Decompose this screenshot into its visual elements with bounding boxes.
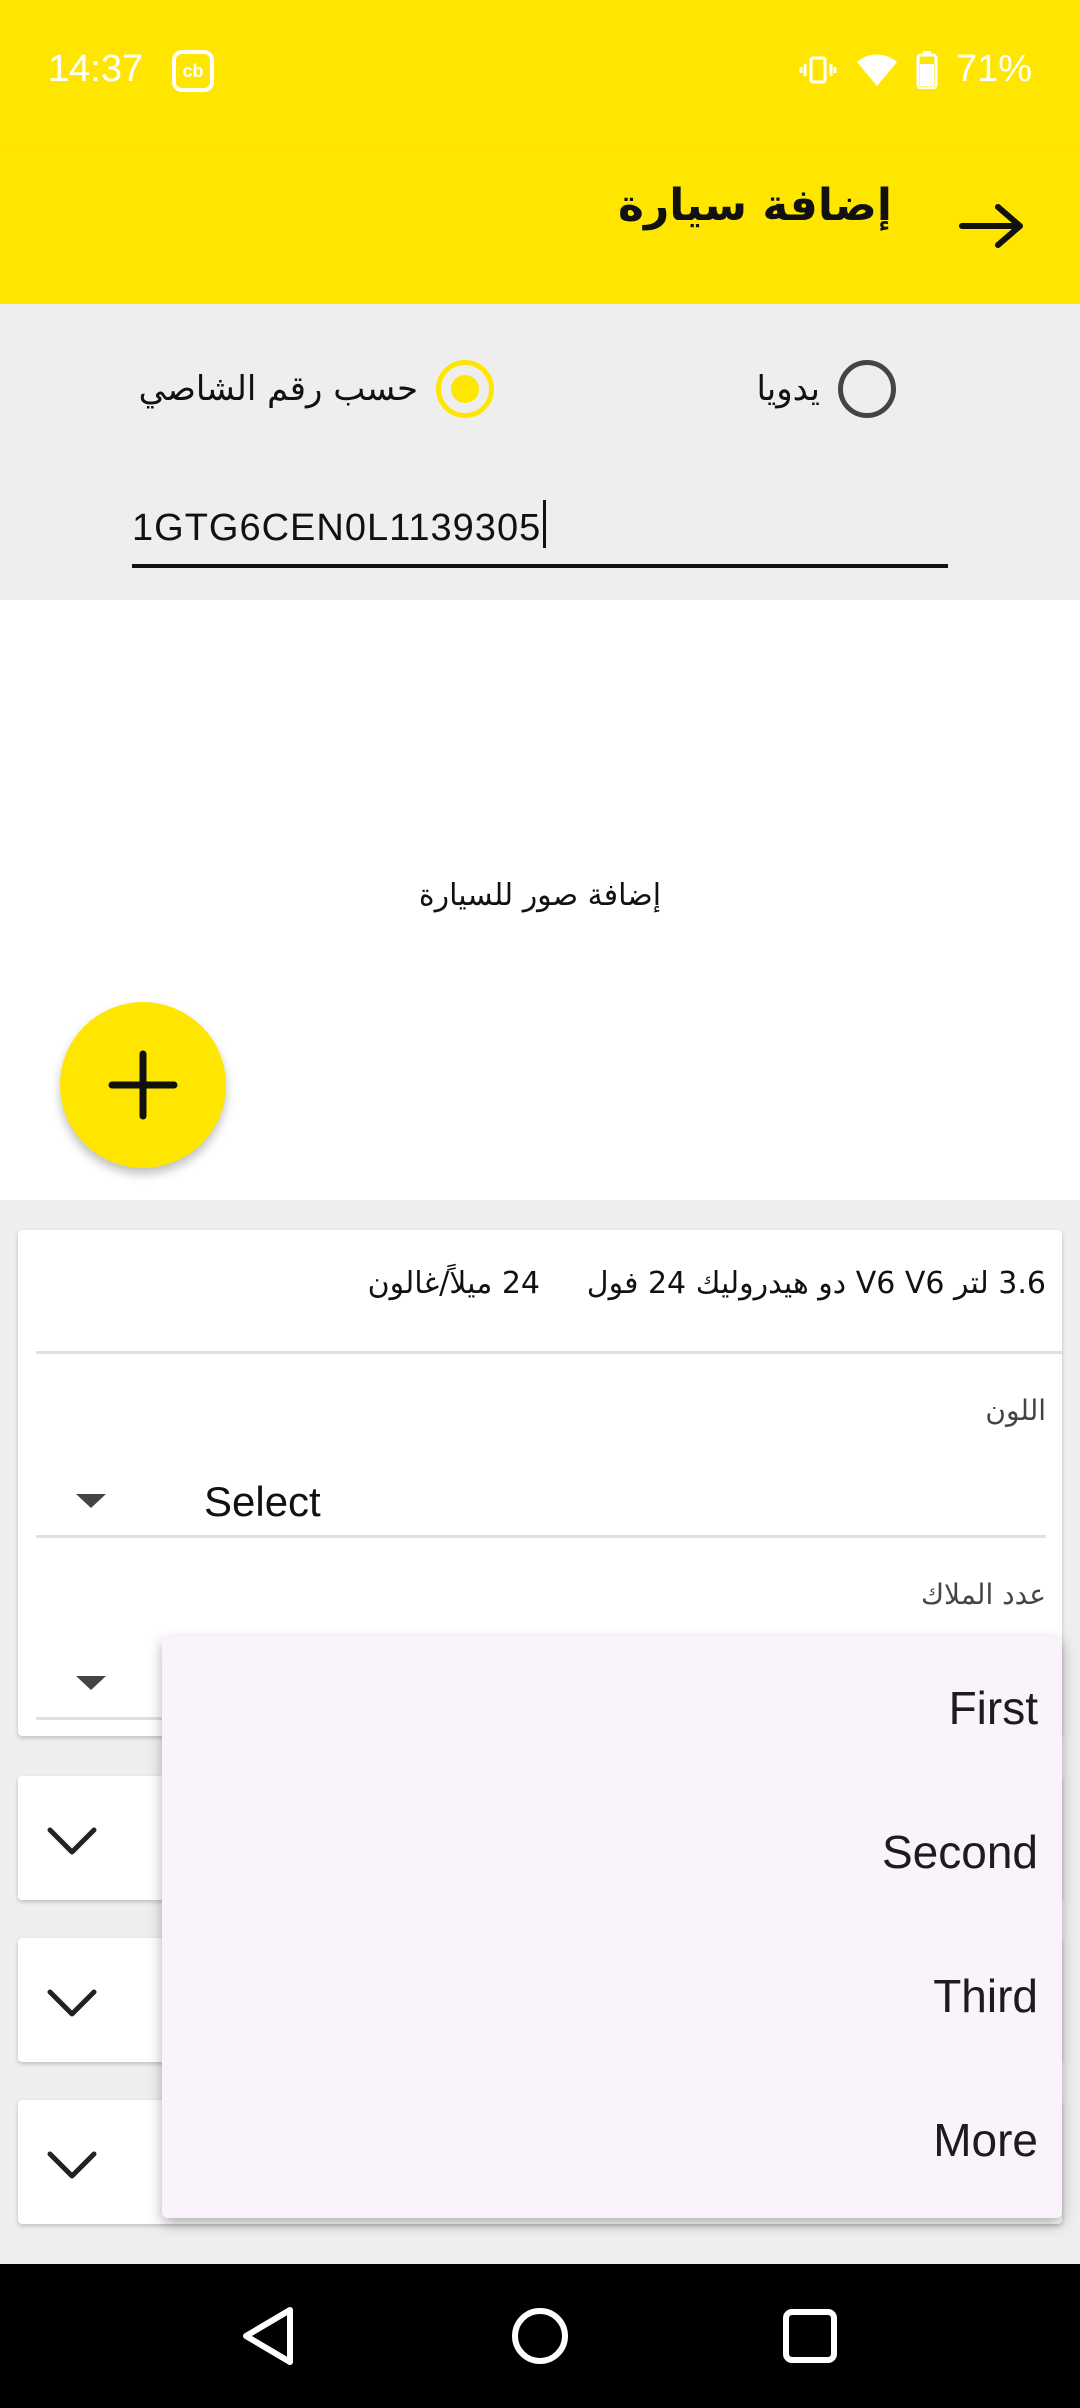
nav-recents-button[interactable] [772, 2298, 848, 2374]
radio-unchecked-icon [838, 360, 896, 418]
app-notification-icon: cb [172, 50, 214, 92]
dropdown-arrow-icon [76, 1494, 106, 1508]
chevron-down-icon [47, 1989, 97, 2017]
nav-recents-icon [783, 2309, 837, 2363]
menu-item-more[interactable]: More [162, 2068, 1062, 2212]
radio-by-vin[interactable]: حسب رقم الشاصي [139, 360, 494, 418]
vin-input-value: 1GTG6CEN0L1139305 [132, 507, 542, 549]
photo-section: إضافة صور للسيارة [0, 600, 1080, 1200]
arrow-right-icon [959, 204, 1023, 248]
status-icons: 71% [798, 48, 1032, 91]
app-bar: إضافة سيارة [0, 146, 1080, 304]
page-title: إضافة سيارة [618, 180, 892, 231]
color-select-value: Select [204, 1478, 321, 1525]
status-time: 14:37 [48, 48, 144, 90]
color-label: اللون [985, 1394, 1046, 1427]
input-mode-section: حسب رقم الشاصي يدويا 1GTG6CEN0L1139305 [0, 304, 1080, 600]
vin-input[interactable]: 1GTG6CEN0L1139305 [132, 500, 948, 568]
dropdown-arrow-icon [76, 1676, 106, 1690]
vibrate-icon [798, 50, 838, 90]
radio-checked-icon [436, 360, 494, 418]
radio-manual-label: يدويا [756, 369, 820, 409]
back-button[interactable] [952, 186, 1032, 266]
color-select[interactable]: Select [36, 1464, 1046, 1538]
add-photos-label: إضافة صور للسيارة [418, 878, 662, 913]
menu-item-second[interactable]: Second [162, 1780, 1062, 1924]
status-bar: 14:37 cb 71% [0, 0, 1080, 146]
nav-home-button[interactable] [502, 2298, 578, 2374]
battery-percent: 71% [955, 48, 1032, 90]
nav-back-button[interactable] [230, 2298, 306, 2374]
battery-icon [916, 50, 938, 89]
add-photo-button[interactable] [60, 1002, 226, 1168]
mpg-field[interactable]: 24 ميلاً/غالون [36, 1230, 540, 1354]
menu-item-first[interactable]: First [162, 1636, 1062, 1780]
plus-icon [108, 1050, 178, 1120]
text-cursor [543, 500, 547, 548]
chevron-down-icon [47, 1827, 97, 1855]
owners-dropdown-menu: First Second Third More [162, 1636, 1062, 2218]
menu-item-third[interactable]: Third [162, 1924, 1062, 2068]
nav-back-icon [243, 2307, 293, 2365]
engine-field[interactable]: 3.6 لتر V6 V6 دو هيدروليك 24 فول [540, 1230, 1062, 1354]
system-nav-bar [0, 2264, 1080, 2408]
radio-by-vin-label: حسب رقم الشاصي [138, 369, 418, 409]
radio-manual[interactable]: يدويا [756, 360, 896, 418]
chevron-down-icon [47, 2151, 97, 2179]
wifi-icon [856, 52, 898, 88]
owners-label: عدد الملاك [920, 1578, 1046, 1611]
mpg-value: 24 ميلاً/غالون [367, 1266, 540, 1301]
engine-value: 3.6 لتر V6 V6 دو هيدروليك 24 فول [586, 1266, 1046, 1301]
nav-home-icon [512, 2308, 568, 2364]
